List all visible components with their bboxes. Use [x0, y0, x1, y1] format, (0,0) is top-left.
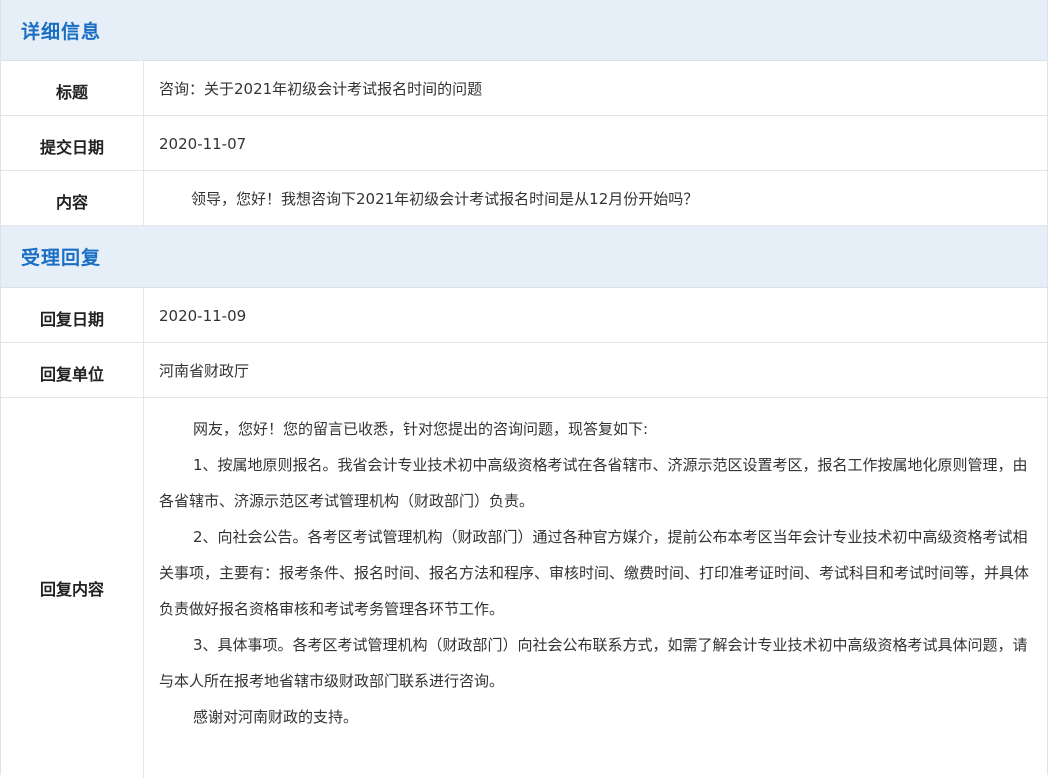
detail-section-header: 详细信息	[1, 0, 1047, 61]
reply-paragraph: 1、按属地原则报名。我省会计专业技术初中高级资格考试在各省辖市、济源示范区设置考…	[159, 456, 1028, 510]
reply-unit-label: 回复单位	[1, 343, 144, 397]
reply-unit-row: 回复单位 河南省财政厅	[1, 343, 1047, 398]
reply-date-value: 2020-11-09	[159, 307, 247, 325]
reply-unit-value: 河南省财政厅	[159, 362, 250, 380]
content-row: 内容 领导，您好！我想咨询下2021年初级会计考试报名时间是从12月份开始吗？	[1, 171, 1047, 226]
reply-date-label: 回复日期	[1, 288, 144, 342]
reply-section-title: 受理回复	[21, 247, 102, 269]
submit-date-row: 提交日期 2020-11-07	[1, 116, 1047, 171]
submit-date-label: 提交日期	[1, 116, 144, 170]
reply-date-row: 回复日期 2020-11-09	[1, 288, 1047, 343]
content-value: 领导，您好！我想咨询下2021年初级会计考试报名时间是从12月份开始吗？	[191, 190, 699, 208]
reply-content-label: 回复内容	[1, 398, 144, 778]
reply-paragraph: 网友，您好！您的留言已收悉，针对您提出的咨询问题，现答复如下:	[193, 420, 649, 438]
submit-date-value: 2020-11-07	[159, 135, 247, 153]
reply-paragraph: 感谢对河南财政的支持。	[193, 708, 359, 726]
detail-section-title: 详细信息	[21, 20, 102, 43]
reply-content-row: 回复内容 网友，您好！您的留言已收悉，针对您提出的咨询问题，现答复如下: 1、按…	[1, 398, 1047, 778]
reply-section-header: 受理回复	[1, 226, 1047, 288]
reply-content-value: 网友，您好！您的留言已收悉，针对您提出的咨询问题，现答复如下: 1、按属地原则报…	[144, 398, 1047, 778]
reply-paragraph: 2、向社会公告。各考区考试管理机构（财政部门）通过各种官方媒介，提前公布本考区当…	[159, 528, 1030, 618]
reply-paragraph: 3、具体事项。各考区考试管理机构（财政部门）向社会公布联系方式，如需了解会计专业…	[159, 636, 1028, 690]
title-value: 咨询：关于2021年初级会计考试报名时间的问题	[159, 80, 483, 98]
title-row: 标题 咨询：关于2021年初级会计考试报名时间的问题	[1, 61, 1047, 116]
content-label: 内容	[1, 171, 144, 225]
detail-page: 详细信息 标题 咨询：关于2021年初级会计考试报名时间的问题 提交日期 202…	[0, 0, 1048, 778]
title-label: 标题	[1, 61, 144, 115]
